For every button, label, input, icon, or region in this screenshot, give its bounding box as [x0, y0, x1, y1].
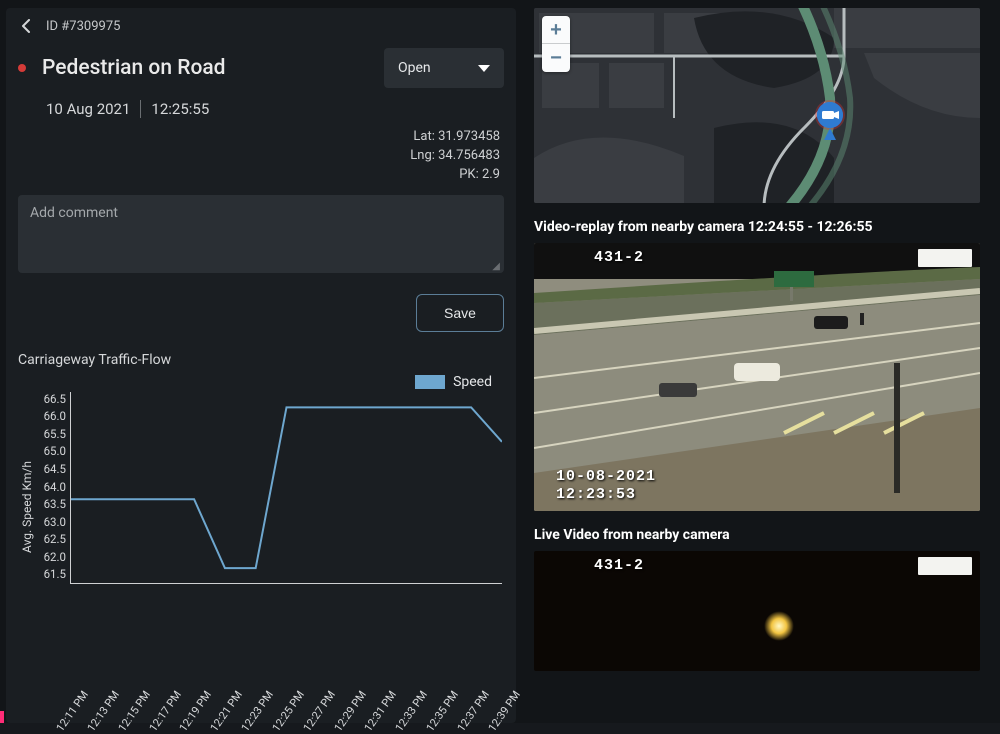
divider [140, 100, 141, 118]
legend-speed-label: Speed [453, 374, 492, 390]
video-replay-label: Video-replay from nearby camera 12:24:55… [534, 219, 980, 235]
replay-time-overlay: 12:23:53 [556, 486, 636, 503]
chevron-down-icon [478, 65, 490, 72]
watermark-icon [918, 249, 972, 267]
video-replay[interactable]: 431-2 10-08-2021 12:23:53 [534, 243, 980, 511]
incident-map[interactable]: + − [534, 8, 980, 203]
x-axis-ticks: 12:11 PM12:13 PM12:15 PM12:17 PM12:19 PM… [60, 714, 492, 727]
incident-date: 10 Aug 2021 [46, 100, 130, 118]
chart-plot-area [70, 392, 502, 584]
replay-camera-id: 431-2 [594, 249, 644, 266]
live-video-label: Live Video from nearby camera [534, 527, 980, 543]
status-select[interactable]: Open [384, 48, 504, 88]
y-axis-label: Avg. Speed Km/h [18, 461, 36, 553]
zoom-out-button[interactable]: − [542, 44, 570, 72]
status-value: Open [398, 60, 431, 76]
incident-title: Pedestrian on Road [42, 56, 226, 80]
chart-legend: Speed [18, 374, 504, 390]
replay-date-overlay: 10-08-2021 [556, 468, 656, 485]
chart-title: Carriageway Traffic-Flow [18, 352, 504, 368]
incident-id: ID #7309975 [46, 19, 120, 34]
incident-time: 12:25:55 [151, 100, 209, 118]
live-camera-id: 431-2 [594, 557, 644, 574]
severity-dot-icon [18, 64, 26, 72]
lat-value: Lat: 31.973458 [18, 128, 500, 147]
pk-value: PK: 2.9 [18, 166, 500, 185]
zoom-in-button[interactable]: + [542, 16, 570, 44]
light-flare-icon [764, 611, 794, 641]
camera-pin-icon [812, 100, 848, 144]
watermark-icon [918, 557, 972, 575]
edge-indicator [0, 711, 4, 723]
y-axis-ticks: 66.566.065.565.064.564.063.563.062.562.0… [36, 392, 70, 582]
map-zoom-controls: + − [542, 16, 570, 72]
comment-input[interactable] [18, 195, 504, 273]
save-button[interactable]: Save [416, 294, 504, 332]
speed-chart: Avg. Speed Km/h 66.566.065.565.064.564.0… [18, 392, 504, 622]
lng-value: Lng: 34.756483 [18, 147, 500, 166]
legend-swatch-icon [415, 375, 445, 389]
back-button[interactable] [18, 18, 34, 34]
video-live[interactable]: 431-2 [534, 551, 980, 671]
